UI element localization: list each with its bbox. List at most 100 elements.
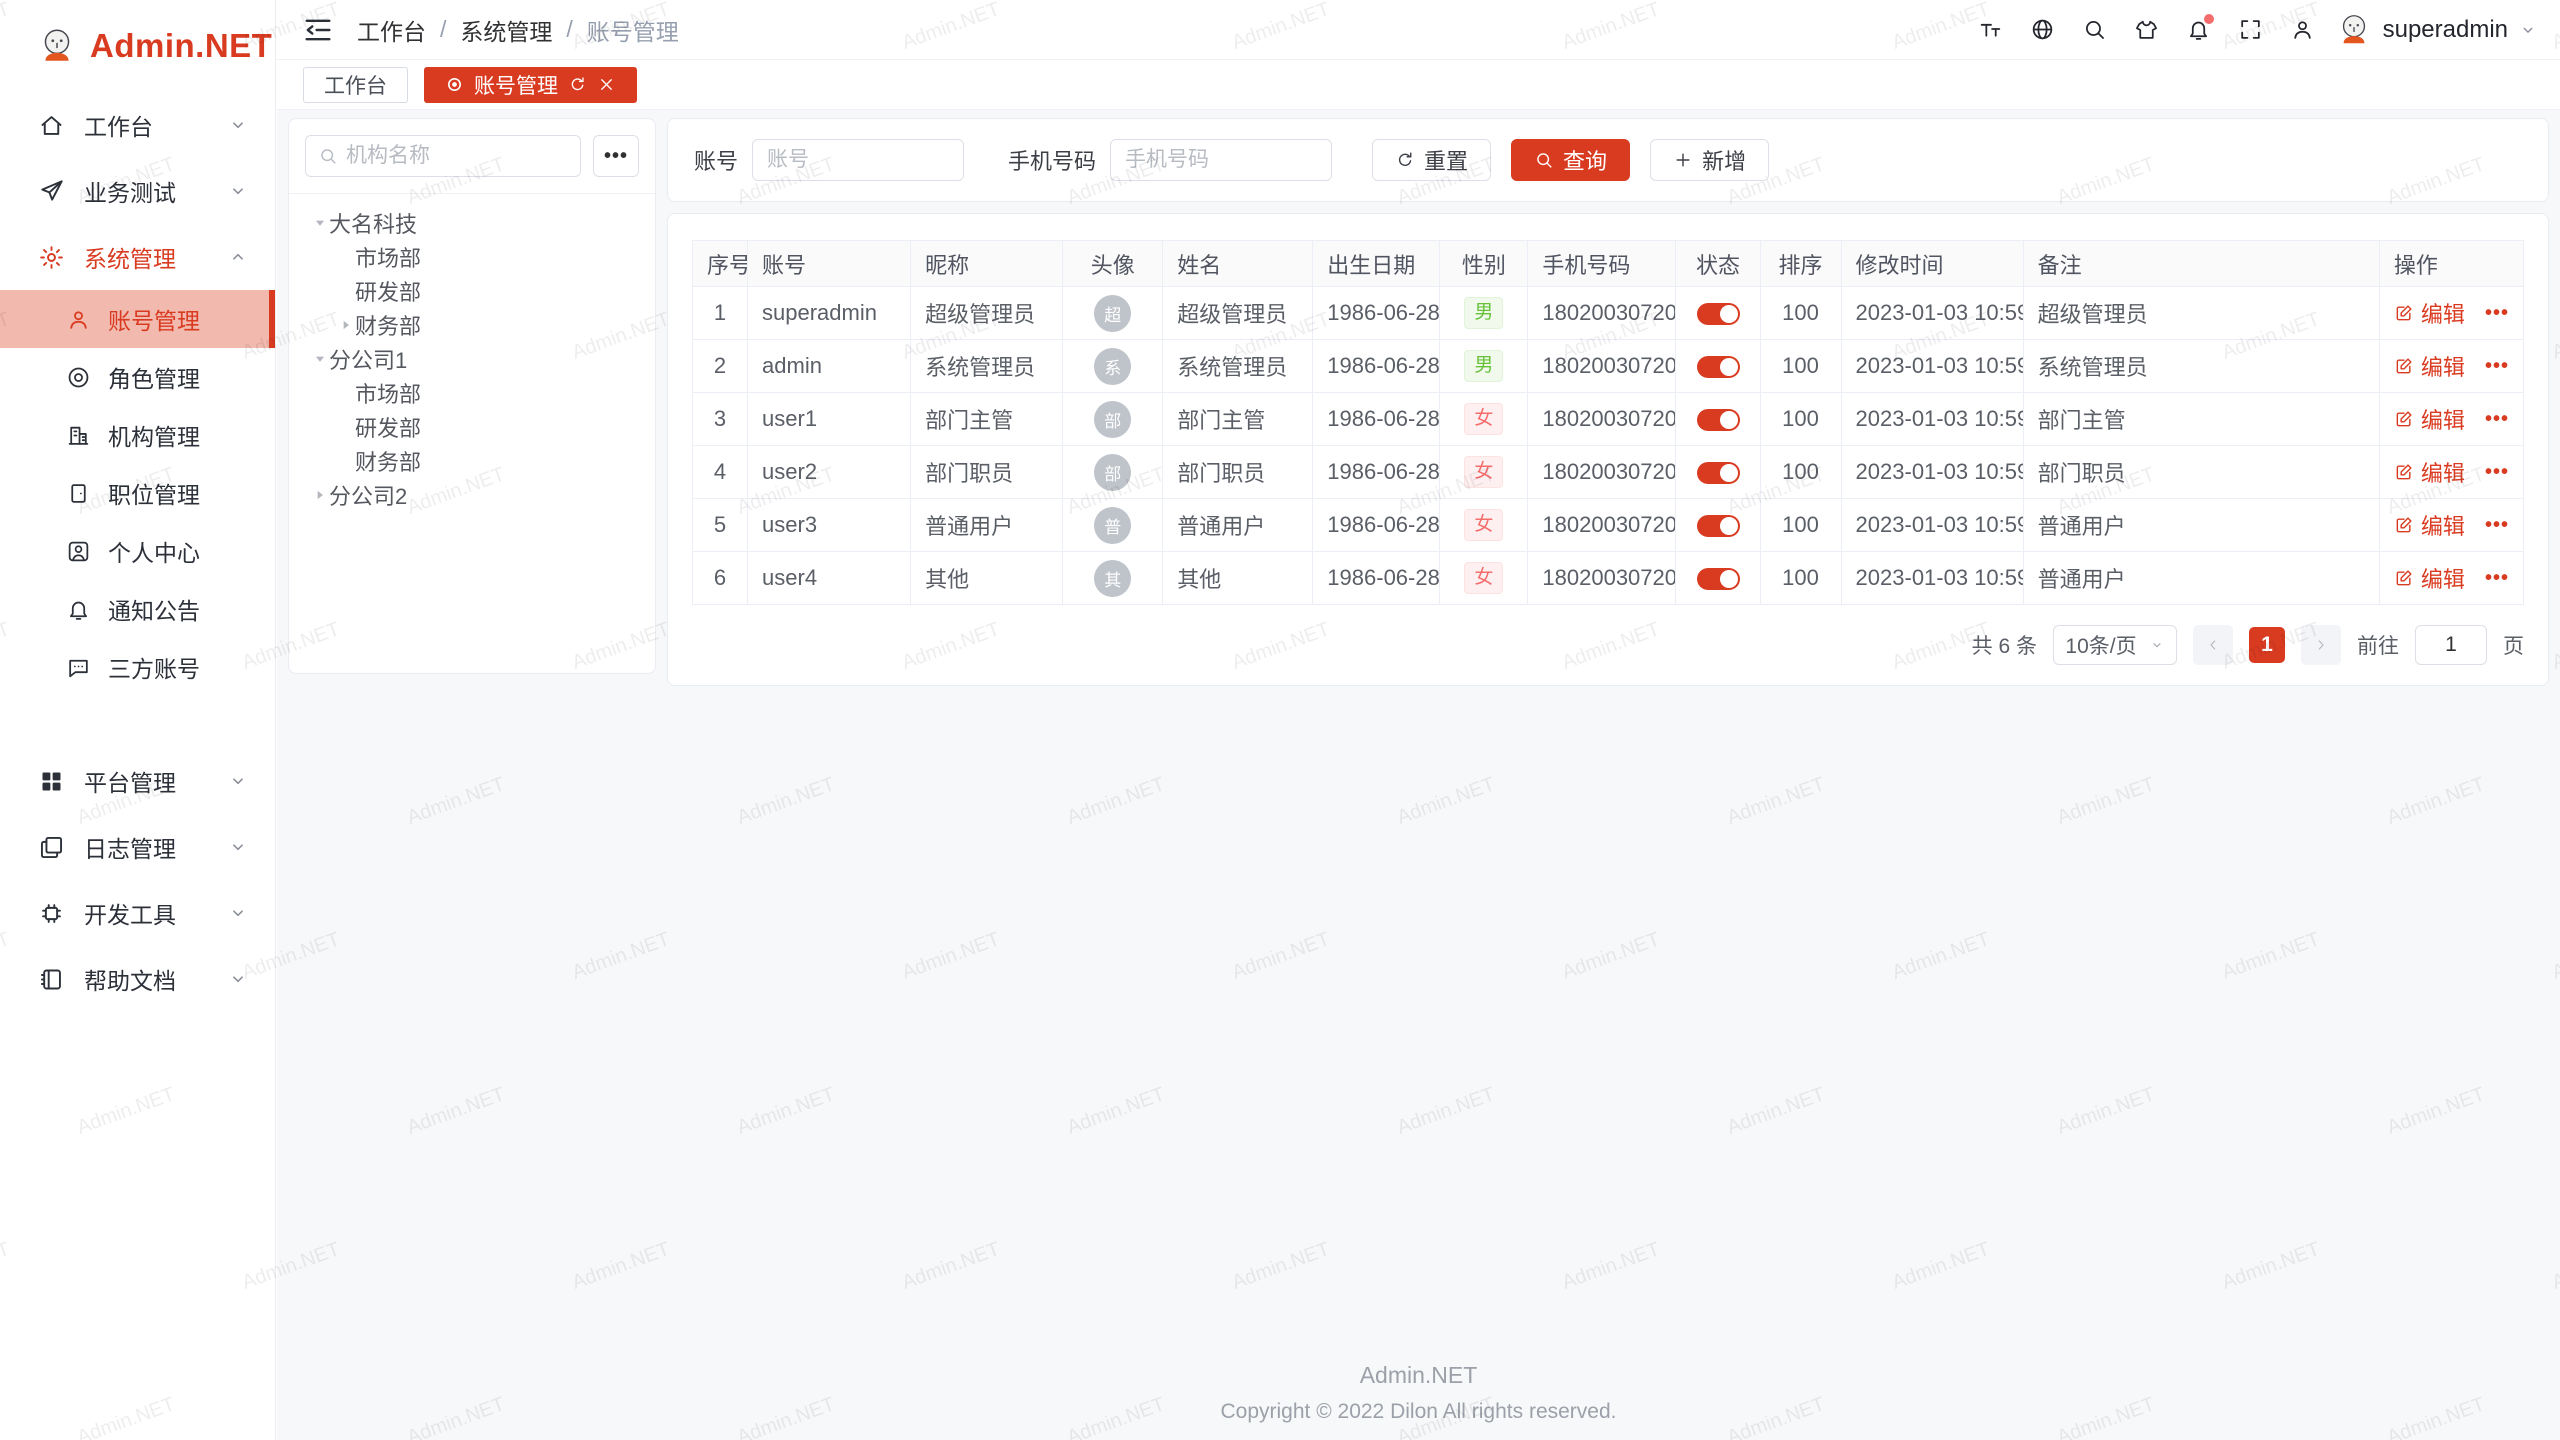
- more-actions-icon[interactable]: •••: [2485, 461, 2509, 484]
- sidebar-item-org-mgmt[interactable]: 机构管理: [0, 406, 275, 464]
- sidebar-item-business-test[interactable]: 业务测试: [0, 158, 275, 224]
- tree-expander-icon[interactable]: [311, 216, 329, 230]
- org-search-input[interactable]: [346, 144, 568, 168]
- sidebar-item-log-mgmt[interactable]: 日志管理: [0, 814, 275, 880]
- gender-badge: 女: [1464, 456, 1503, 489]
- search-icon[interactable]: [2073, 10, 2117, 50]
- table-row: 4user2部门职员部部门职员1986-06-28女18020030720100…: [693, 446, 2524, 499]
- position-icon: [66, 481, 91, 506]
- tree-more-button[interactable]: •••: [593, 135, 639, 177]
- search-button[interactable]: 查询: [1511, 139, 1630, 181]
- status-toggle[interactable]: [1697, 568, 1740, 590]
- cell-phone: 18020030720: [1528, 340, 1676, 393]
- cell-remark: 普通用户: [2023, 552, 2379, 605]
- sidebar-item-notice[interactable]: 通知公告: [0, 580, 275, 638]
- sidebar-item-label: 帮助文档: [84, 962, 176, 996]
- more-actions-icon[interactable]: •••: [2485, 408, 2509, 431]
- next-page-button[interactable]: [2301, 625, 2341, 665]
- org-tree-panel: ••• 大名科技 市场部 研发部 财务部 分公司1 市场部 研发部 财务部 分公…: [288, 118, 656, 674]
- breadcrumb-workbench[interactable]: 工作台: [357, 13, 426, 47]
- status-toggle[interactable]: [1697, 409, 1740, 431]
- tab-account-mgmt[interactable]: 账号管理: [424, 67, 637, 103]
- sidebar-item-personal-center[interactable]: 个人中心: [0, 522, 275, 580]
- log-icon: [38, 834, 65, 861]
- breadcrumb-current: 账号管理: [587, 13, 679, 47]
- cell-name: 部门主管: [1163, 393, 1313, 446]
- status-toggle[interactable]: [1697, 462, 1740, 484]
- edit-button[interactable]: 编辑: [2394, 509, 2465, 541]
- account-input[interactable]: [752, 139, 964, 181]
- status-toggle[interactable]: [1697, 515, 1740, 537]
- more-actions-icon[interactable]: •••: [2485, 302, 2509, 325]
- cell-name: 部门职员: [1163, 446, 1313, 499]
- chevron-up-icon: [227, 246, 249, 268]
- tree-expander-icon[interactable]: [311, 488, 329, 502]
- sidebar-item-third-account[interactable]: 三方账号: [0, 638, 275, 696]
- sidebar-item-position-mgmt[interactable]: 职位管理: [0, 464, 275, 522]
- table-row: 5user3普通用户普普通用户1986-06-28女18020030720100…: [693, 499, 2524, 552]
- edit-icon: [2394, 462, 2414, 482]
- cell-avatar: 部: [1063, 393, 1163, 446]
- theme-icon[interactable]: [2125, 10, 2169, 50]
- gender-badge: 男: [1464, 297, 1503, 330]
- sidebar-item-dev-tools[interactable]: 开发工具: [0, 880, 275, 946]
- reset-label: 重置: [1424, 144, 1468, 176]
- tree-expander-icon[interactable]: [311, 352, 329, 366]
- cell-nickname: 超级管理员: [911, 287, 1063, 340]
- edit-button[interactable]: 编辑: [2394, 456, 2465, 488]
- cell-phone: 18020030720: [1528, 287, 1676, 340]
- sidebar-item-system-mgmt[interactable]: 系统管理: [0, 224, 275, 290]
- tree-node[interactable]: 市场部: [305, 240, 639, 274]
- add-button[interactable]: 新增: [1650, 139, 1769, 181]
- tree-node[interactable]: 财务部: [305, 308, 639, 342]
- language-icon[interactable]: [2021, 10, 2065, 50]
- reset-button[interactable]: 重置: [1372, 139, 1491, 181]
- sidebar-item-account-mgmt[interactable]: 账号管理: [0, 290, 275, 348]
- sidebar-item-workbench[interactable]: 工作台: [0, 92, 275, 158]
- sidebar: Admin.NET 工作台 业务测试 系统管理 账号管理 角色管理 机构管理 职…: [0, 0, 276, 1440]
- prev-page-button[interactable]: [2193, 625, 2233, 665]
- column-header: 修改时间: [1841, 241, 2023, 287]
- cell-modified: 2023-01-03 10:59:44: [1841, 393, 2023, 446]
- status-toggle[interactable]: [1697, 303, 1740, 325]
- more-actions-icon[interactable]: •••: [2485, 355, 2509, 378]
- breadcrumb-system-mgmt[interactable]: 系统管理: [460, 13, 552, 47]
- page-1-button[interactable]: 1: [2249, 627, 2285, 663]
- edit-button[interactable]: 编辑: [2394, 297, 2465, 329]
- phone-input[interactable]: [1110, 139, 1332, 181]
- tree-node[interactable]: 分公司1: [305, 342, 639, 376]
- sidebar-item-help-docs[interactable]: 帮助文档: [0, 946, 275, 1012]
- cell-no: 2: [693, 340, 748, 393]
- edit-button[interactable]: 编辑: [2394, 562, 2465, 594]
- edit-button[interactable]: 编辑: [2394, 350, 2465, 382]
- notification-icon[interactable]: [2177, 10, 2221, 50]
- refresh-icon[interactable]: [568, 75, 587, 94]
- edit-button[interactable]: 编辑: [2394, 403, 2465, 435]
- tree-expander-icon[interactable]: [337, 318, 355, 332]
- tab-workbench[interactable]: 工作台: [303, 67, 408, 103]
- goto-page-input[interactable]: [2415, 625, 2487, 665]
- close-icon[interactable]: [597, 75, 616, 94]
- sidebar-item-role-mgmt[interactable]: 角色管理: [0, 348, 275, 406]
- cell-modified: 2023-01-03 10:59:44: [1841, 499, 2023, 552]
- sidebar-item-label: 机构管理: [108, 418, 200, 452]
- page-size-select[interactable]: 10条/页: [2053, 625, 2177, 665]
- font-size-icon[interactable]: [1969, 10, 2013, 50]
- collapse-menu-icon[interactable]: [301, 13, 335, 47]
- profile-icon[interactable]: [2281, 10, 2325, 50]
- tree-node[interactable]: 市场部: [305, 376, 639, 410]
- tree-node[interactable]: 研发部: [305, 410, 639, 444]
- tree-node[interactable]: 财务部: [305, 444, 639, 478]
- status-toggle[interactable]: [1697, 356, 1740, 378]
- sidebar-item-platform-mgmt[interactable]: 平台管理: [0, 748, 275, 814]
- org-icon: [66, 423, 91, 448]
- tree-node[interactable]: 研发部: [305, 274, 639, 308]
- more-actions-icon[interactable]: •••: [2485, 567, 2509, 590]
- more-actions-icon[interactable]: •••: [2485, 514, 2509, 537]
- fullscreen-icon[interactable]: [2229, 10, 2273, 50]
- tree-node[interactable]: 大名科技: [305, 206, 639, 240]
- edit-label: 编辑: [2421, 509, 2465, 541]
- user-menu[interactable]: superadmin: [2335, 11, 2538, 49]
- breadcrumb: 工作台 / 系统管理 / 账号管理: [357, 13, 679, 47]
- tree-node[interactable]: 分公司2: [305, 478, 639, 512]
